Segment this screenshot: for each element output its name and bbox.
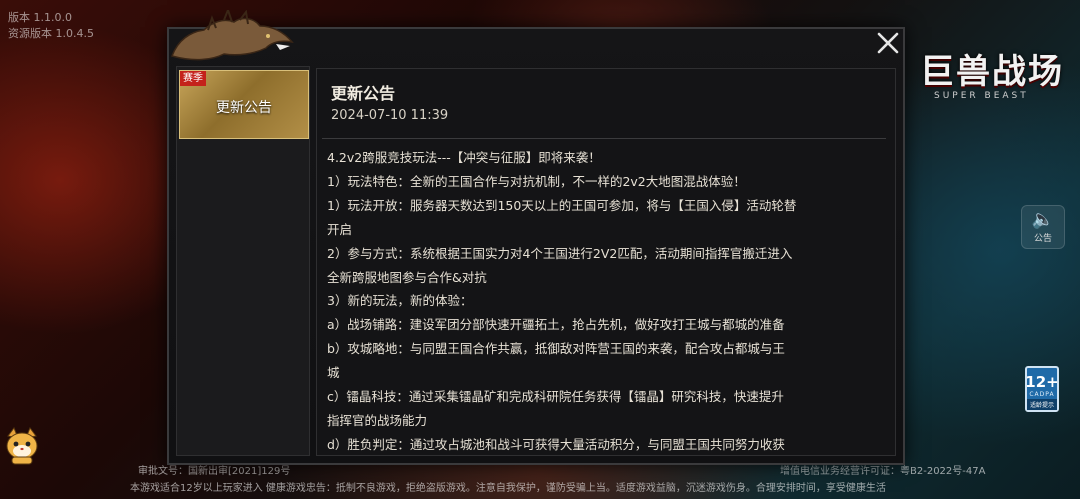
game-logo-title: 巨兽战场 xyxy=(920,52,1064,92)
version-info: 版本 1.1.0.0 资源版本 1.0.4.5 xyxy=(8,10,94,42)
notice-line: a）战场铺路：建设军团分部快速开疆拓土，抢占先机，做好攻打王城与都城的准备 xyxy=(327,317,785,333)
speaker-icon: 🔈 xyxy=(1031,208,1055,230)
footer-health-advisory: 本游戏适合12岁以上玩家进入 健康游戏忠告：抵制不良游戏，拒绝盗版游戏。注意自我… xyxy=(130,483,886,494)
notice-title: 更新公告 xyxy=(331,84,396,103)
announcement-button[interactable]: 🔈 公告 xyxy=(1021,205,1065,249)
notice-line: 1）玩法开放：服务器天数达到150天以上的王国可参加，将与【王国入侵】活动轮替 xyxy=(327,197,797,213)
notice-divider xyxy=(322,138,886,139)
tab-update-notice-label: 更新公告 xyxy=(216,100,272,116)
notice-body[interactable]: 4.2v2跨服竞技玩法---【冲突与征服】即将来袭！ 1）玩法特色：全新的王国合… xyxy=(327,146,885,452)
age-rating-text: 适龄提示 xyxy=(1027,399,1057,410)
client-version: 版本 1.1.0.0 xyxy=(8,11,72,24)
cat-mascot-icon[interactable] xyxy=(4,426,40,466)
notice-line: 4.2v2跨服竞技玩法---【冲突与征服】即将来袭！ xyxy=(327,150,601,165)
resource-version: 资源版本 1.0.4.5 xyxy=(8,27,94,40)
notice-line: 城 xyxy=(327,365,340,381)
notice-line: 全新跨服地图参与合作&对抗 xyxy=(327,269,487,285)
notice-line: 1）玩法特色：全新的王国合作与对抗机制，不一样的2v2大地图混战体验！ xyxy=(327,173,746,189)
notice-line: d）胜负判定：通过攻占城池和战斗可获得大量活动积分，与同盟王国共同努力收获 xyxy=(327,436,785,452)
close-button[interactable] xyxy=(873,28,903,58)
notice-line: 指挥官的战场能力 xyxy=(327,412,428,428)
dragon-decoration-icon xyxy=(171,10,294,61)
game-logo: 巨兽战场 SUPER BEAST xyxy=(920,44,1080,104)
announcement-button-label: 公告 xyxy=(1033,233,1052,244)
age-rating-badge[interactable]: 12+ CADPA 适龄提示 xyxy=(1025,366,1059,412)
notice-date: 2024-07-10 11:39 xyxy=(331,108,449,123)
age-rating-org: CADPA xyxy=(1029,391,1055,398)
notice-line: c）镭晶科技：通过采集镭晶矿和完成科研院任务获得【镭晶】研究科技，快速提升 xyxy=(327,389,784,405)
notice-line: 开启 xyxy=(327,221,353,237)
tab-update-notice[interactable]: 赛季 更新公告 xyxy=(179,70,309,139)
footer-license: 增值电信业务经营许可证：粤B2-2022号-47A xyxy=(780,466,986,477)
footer-approval: 审批文号：国新出审[2021]129号 xyxy=(138,466,291,477)
notice-line: b）攻城略地：与同盟王国合作共赢，抵御敌对阵营王国的来袭，配合攻占都城与王 xyxy=(327,341,785,357)
notice-line: 2）参与方式：系统根据王国实力对4个王国进行2V2匹配，活动期间指挥官搬迁进入 xyxy=(327,245,793,261)
season-badge: 赛季 xyxy=(180,71,206,86)
close-icon xyxy=(877,32,899,54)
age-rating: 12+ xyxy=(1025,373,1059,391)
notice-line: 3）新的玩法，新的体验： xyxy=(327,293,473,309)
